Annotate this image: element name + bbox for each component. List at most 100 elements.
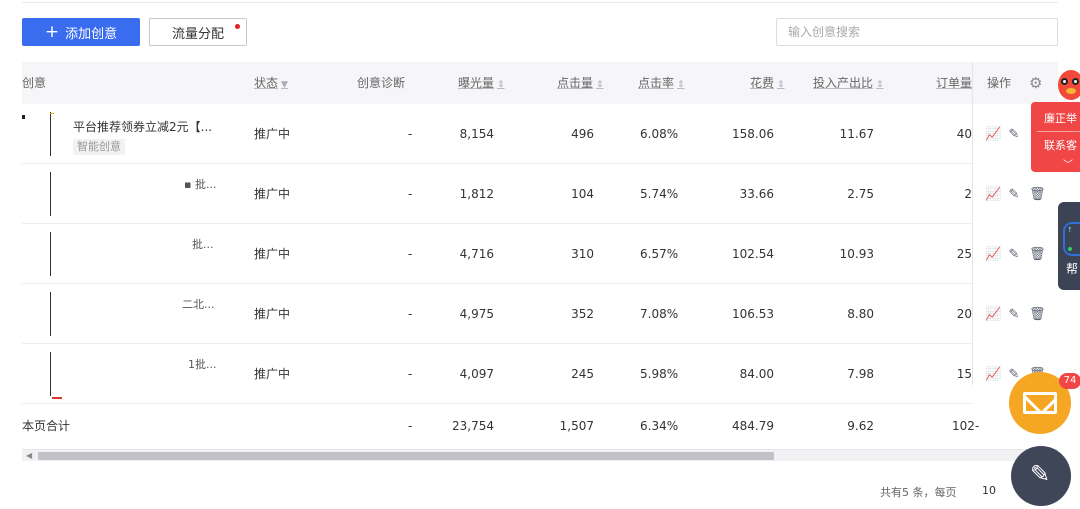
diagnosis-cell: - [408, 367, 413, 381]
clicks-cell: 352 [571, 307, 594, 321]
ops-row: 📈 ✎ 🗑 [973, 284, 1059, 344]
creative-thumbnail[interactable] [22, 292, 68, 336]
creative-search-input[interactable] [776, 18, 1058, 46]
promo-line-2[interactable]: 联系客 [1044, 137, 1077, 153]
sort-icon[interactable]: ⇕ [777, 80, 785, 90]
table-row: 批... 推广中 - 4,716 310 6.57% 102.54 10.93 … [22, 224, 972, 284]
edit-icon[interactable]: ✎ [1007, 247, 1021, 262]
trash-icon[interactable]: 🗑 [1029, 307, 1046, 322]
scrollbar-thumb[interactable] [38, 452, 774, 460]
ops-header-label: 操作 [987, 76, 1012, 90]
creative-thumbnail[interactable] [22, 232, 68, 276]
col-ctr[interactable]: 点击率 ⇕ [638, 62, 685, 104]
cost-cell: 84.00 [739, 367, 774, 381]
edit-icon[interactable]: ✎ [1007, 307, 1021, 322]
add-creative-label: 添加创意 [65, 26, 118, 42]
ops-row: 📈 ✎ 🗑 [973, 164, 1059, 224]
toolbar: + 添加创意 流量分配 [22, 18, 1058, 48]
col-cost[interactable]: 花费 ⇕ [750, 62, 785, 104]
ctr-cell: 6.08% [640, 127, 679, 141]
col-diagnosis: 创意诊断 [357, 76, 406, 90]
col-status[interactable]: 状态 ▼ [254, 62, 288, 104]
sort-icon[interactable]: ⇕ [677, 80, 685, 90]
horizontal-scrollbar[interactable]: ◀ [22, 449, 1058, 461]
scroll-left-icon[interactable]: ◀ [26, 450, 32, 461]
top-divider [22, 0, 1058, 3]
traffic-allocation-label: 流量分配 [171, 26, 224, 42]
cost-cell: 33.66 [739, 187, 774, 201]
orders-cell: 25 [956, 247, 972, 261]
chart-icon[interactable]: 📈 [985, 367, 1001, 382]
status-cell: 推广中 [254, 247, 291, 261]
mascot-icon[interactable] [1056, 64, 1080, 104]
ctr-cell: 7.08% [640, 307, 679, 321]
creative-name[interactable]: ▪ 批... [184, 178, 216, 192]
diagnosis-cell: - [408, 127, 413, 141]
add-creative-button[interactable]: + 添加创意 [22, 18, 140, 46]
roi-total: 9.62 [847, 419, 874, 433]
diagnosis-cell: - [408, 247, 413, 261]
edit-icon[interactable]: ✎ [1007, 187, 1021, 202]
status-cell: 推广中 [254, 367, 291, 381]
creative-name[interactable]: 批... [192, 238, 214, 252]
col-impressions[interactable]: 曝光量 ⇕ [458, 62, 505, 104]
sort-icon[interactable]: ⇕ [876, 80, 884, 90]
trash-icon[interactable]: 🗑 [1029, 187, 1046, 202]
feedback-float-button[interactable]: ✎ [1011, 446, 1071, 506]
col-clicks[interactable]: 点击量 ⇕ [557, 62, 604, 104]
mail-icon [1023, 392, 1057, 414]
creative-thumbnail[interactable] [22, 112, 68, 156]
orders-cell: 40 [956, 127, 972, 141]
creative-name[interactable]: 平台推荐领券立减2元【... [73, 118, 212, 135]
pagination: 共有5 条，每页 10 [880, 484, 996, 500]
roi-cell: 10.93 [839, 247, 874, 261]
promo-line-1[interactable]: 廉正举 [1044, 110, 1077, 126]
creative-thumbnail[interactable] [22, 352, 68, 399]
creative-table: 创意 状态 ▼ 创意诊断 曝光量 ⇕ 点击量 ⇕ 点击率 ⇕ 花费 ⇕ 投入产出比 ⇕ 订单… [22, 62, 979, 433]
chart-icon[interactable]: 📈 [985, 127, 1001, 142]
chart-icon[interactable]: 📈 [985, 307, 1001, 322]
table-header: 创意 状态 ▼ 创意诊断 曝光量 ⇕ 点击量 ⇕ 点击率 ⇕ 花费 ⇕ 投入产出比 ⇕ 订单… [22, 62, 972, 104]
roi-cell: 11.67 [839, 127, 874, 141]
help-label[interactable]: 帮 [1066, 260, 1078, 277]
promo-float-panel[interactable]: 廉正举 联系客 ﹀ [1031, 102, 1080, 172]
col-orders[interactable]: 订单量 [936, 62, 972, 104]
clicks-cell: 496 [571, 127, 594, 141]
cost-cell: 106.53 [732, 307, 774, 321]
orders-cell: 15 [956, 367, 972, 381]
trash-icon[interactable]: 🗑 [1029, 247, 1046, 262]
filter-icon[interactable]: ▼ [281, 80, 288, 90]
notification-dot [235, 24, 240, 29]
smart-creative-tag: 智能创意 [73, 139, 125, 155]
sort-icon[interactable]: ⇕ [596, 80, 604, 90]
help-status-icon: ↑ [1063, 222, 1080, 256]
edit-icon[interactable]: ✎ [1007, 127, 1021, 142]
chevron-down-icon[interactable]: ﹀ [1063, 156, 1073, 171]
ops-row: 📈 ✎ 🗑 [973, 224, 1059, 284]
edit-note-icon: ✎ [1030, 460, 1051, 488]
table-row: 二北... 推广中 - 4,975 352 7.08% 106.53 8.80 … [22, 284, 972, 344]
status-cell: 推广中 [254, 307, 291, 321]
page-size-select[interactable]: 10 [982, 484, 996, 497]
clicks-cell: 245 [571, 367, 594, 381]
table-row: 平台推荐领券立减2元【... 智能创意 推广中 - 8,154 496 6.08… [22, 104, 972, 164]
help-float-panel[interactable]: ↑ 帮 [1058, 202, 1080, 290]
mail-float-button[interactable]: 74 [1009, 372, 1080, 434]
roi-cell: 8.80 [847, 307, 874, 321]
ctr-cell: 5.74% [640, 187, 679, 201]
col-creative: 创意 [22, 76, 47, 90]
status-cell: 推广中 [254, 187, 291, 201]
gear-icon[interactable]: ⚙ [1029, 74, 1042, 92]
impressions-cell: 1,812 [459, 187, 494, 201]
mail-count-badge: 74 [1059, 373, 1080, 389]
impressions-cell: 4,097 [459, 367, 494, 381]
col-roi[interactable]: 投入产出比 ⇕ [813, 62, 884, 104]
creative-name[interactable]: 1批... [188, 358, 217, 372]
sort-icon[interactable]: ⇕ [497, 80, 505, 90]
creative-thumbnail[interactable] [22, 172, 68, 216]
status-cell: 推广中 [254, 127, 291, 141]
creative-name[interactable]: 二北... [182, 298, 215, 312]
chart-icon[interactable]: 📈 [985, 187, 1001, 202]
chart-icon[interactable]: 📈 [985, 247, 1001, 262]
traffic-allocation-button[interactable]: 流量分配 [149, 18, 247, 46]
